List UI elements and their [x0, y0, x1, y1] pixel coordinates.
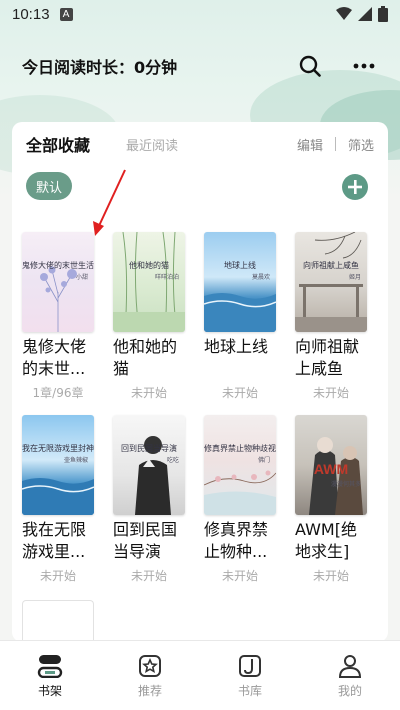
tabbar-label: 书库	[237, 684, 262, 698]
sort-default-button[interactable]: 默认	[26, 172, 72, 200]
cover-title: 他和她的猫	[129, 261, 169, 270]
tab-bookshelf[interactable]: 书架	[0, 641, 100, 710]
library-icon	[239, 655, 261, 677]
reading-time-label: 今日阅读时长：0分钟	[22, 58, 178, 77]
status-time: 10:13	[12, 5, 50, 23]
book-cover[interactable]: AWM 漫漫何其多	[295, 415, 367, 515]
filter-button[interactable]: 筛选	[348, 135, 374, 154]
battery-icon	[378, 6, 388, 22]
tab-recommend[interactable]: 推荐	[100, 641, 200, 710]
cover-title: 鬼修大佬的末世生活	[22, 261, 94, 270]
book-item[interactable]: 回到民国当导演 吃吃 回到民国当导演 未开始	[113, 415, 189, 584]
tab-favorites[interactable]: 全部收藏	[26, 132, 90, 156]
book-cover[interactable]: 向师祖献上咸鱼 姬月	[295, 232, 367, 332]
sort-row: 默认	[12, 166, 388, 222]
cover-author: 莫晨欢	[251, 274, 270, 281]
book-title: 我在无限游戏里...	[22, 520, 87, 561]
book-item[interactable]: 向师祖献上咸鱼 姬月 向师祖献上咸鱼 未开始	[295, 232, 371, 401]
bottom-tab-bar: 书架 推荐 书库 我的	[0, 640, 400, 710]
tab-recent[interactable]: 最近阅读	[126, 135, 178, 154]
bookshelf-card: 全部收藏 最近阅读 编辑 筛选 默认 鬼修大佬的末世生活 小甜 鬼修大佬的末世.…	[12, 122, 388, 642]
tabbar-label: 推荐	[137, 684, 162, 698]
book-title: 回到民国当导演	[113, 520, 178, 561]
cover-title: 地球上线	[224, 261, 256, 270]
notification-icon: A	[59, 7, 73, 21]
more-icon	[353, 63, 375, 69]
cover-title: 向师祖献上咸鱼	[303, 261, 359, 270]
book-cover[interactable]: 鬼修大佬的末世生活 小甜	[22, 232, 94, 332]
cover-title: AWM	[313, 461, 349, 477]
cover-author: 姬月	[348, 274, 361, 281]
book-progress: 1章/96章	[32, 386, 84, 400]
cover-author: 佛门	[257, 457, 270, 464]
book-title: 鬼修大佬的末世...	[22, 337, 87, 378]
tab-profile[interactable]: 我的	[300, 641, 400, 710]
cover-author: 咩咩泊泊	[154, 274, 179, 281]
book-item[interactable]: 鬼修大佬的末世生活 小甜 鬼修大佬的末世... 1章/96章	[22, 232, 98, 401]
app-header: 今日阅读时长：0分钟	[0, 48, 400, 84]
tabbar-label: 书架	[37, 684, 62, 698]
plus-icon	[348, 180, 362, 194]
cover-title: 回到民国当导演	[121, 444, 177, 453]
cover-title: 修真界禁止物种歧视	[204, 444, 276, 453]
book-placeholder[interactable]	[22, 600, 94, 640]
cover-author: 壶鱼辣椒	[63, 457, 88, 464]
tab-library[interactable]: 书库	[200, 641, 300, 710]
book-title: 地球上线	[204, 337, 269, 356]
status-bar: 10:13 A	[0, 0, 400, 28]
book-cover[interactable]: 回到民国当导演 吃吃	[113, 415, 185, 515]
cover-title: 我在无限游戏里封神	[22, 444, 94, 453]
book-grid: 鬼修大佬的末世生活 小甜 鬼修大佬的末世... 1章/96章 他和她的猫 咩咩泊…	[22, 232, 378, 584]
book-progress: 未开始	[312, 386, 349, 400]
book-item[interactable]: 我在无限游戏里封神 壶鱼辣椒 我在无限游戏里... 未开始	[22, 415, 98, 584]
book-title: 修真界禁止物种...	[204, 520, 269, 561]
bookshelf-icon	[37, 655, 63, 678]
profile-icon	[338, 655, 362, 678]
book-cover[interactable]: 他和她的猫 咩咩泊泊	[113, 232, 185, 332]
book-cover[interactable]: 我在无限游戏里封神 壶鱼辣椒	[22, 415, 94, 515]
book-title: 他和她的猫	[113, 337, 178, 378]
search-icon	[299, 55, 321, 77]
tabbar-label: 我的	[337, 684, 362, 698]
book-item[interactable]: 地球上线 莫晨欢 地球上线 未开始	[204, 232, 280, 401]
divider	[334, 137, 336, 151]
shelf-tabs: 全部收藏 最近阅读 编辑 筛选	[12, 122, 388, 166]
book-item[interactable]: 他和她的猫 咩咩泊泊 他和她的猫 未开始	[113, 232, 189, 401]
book-item[interactable]: AWM 漫漫何其多 AWM[绝地求生] 未开始	[295, 415, 371, 584]
book-title: 向师祖献上咸鱼	[295, 337, 360, 378]
book-title: AWM[绝地求生]	[295, 520, 357, 561]
wifi-icon	[336, 7, 352, 20]
book-progress: 未开始	[130, 386, 167, 400]
book-progress: 未开始	[130, 569, 167, 583]
star-icon	[139, 655, 161, 677]
book-progress: 未开始	[221, 386, 258, 400]
book-progress: 未开始	[221, 569, 258, 583]
search-button[interactable]	[296, 52, 324, 80]
more-button[interactable]	[350, 52, 378, 80]
book-cover[interactable]: 地球上线 莫晨欢	[204, 232, 276, 332]
cover-author: 吃吃	[166, 457, 179, 464]
cover-author: 漫漫何其多	[330, 481, 361, 488]
book-cover[interactable]: 修真界禁止物种歧视 佛门	[204, 415, 276, 515]
add-book-button[interactable]	[342, 174, 368, 200]
book-progress: 未开始	[312, 569, 349, 583]
book-progress: 未开始	[39, 569, 76, 583]
edit-button[interactable]: 编辑	[297, 135, 323, 154]
cover-author: 小甜	[75, 274, 88, 281]
book-item[interactable]: 修真界禁止物种歧视 佛门 修真界禁止物种... 未开始	[204, 415, 280, 584]
signal-icon	[358, 7, 372, 21]
